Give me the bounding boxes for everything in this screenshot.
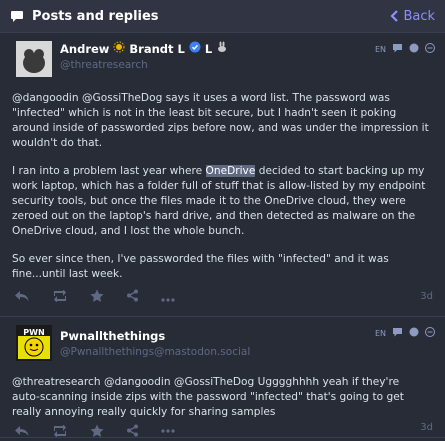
display-name-part: Brandt L (129, 41, 185, 56)
ellipsis-icon (161, 287, 175, 306)
sun-emoji-icon (113, 41, 125, 56)
chat-bubble-icon (10, 9, 24, 23)
share-icon[interactable] (126, 422, 139, 441)
back-button[interactable]: Back (389, 9, 435, 24)
ellipsis-icon[interactable] (161, 422, 175, 441)
display-name[interactable]: Pwnallthethings (60, 329, 250, 343)
favourite-button[interactable] (90, 287, 104, 306)
status-meta: EN (375, 43, 435, 55)
column-title-text: Posts and replies (32, 8, 159, 24)
rabbit-emoji-icon (216, 41, 228, 56)
status-paragraph: So ever since then, I've passworded the … (12, 253, 389, 280)
more-button[interactable] (161, 287, 175, 306)
avatar[interactable] (16, 41, 52, 77)
globe-icon (409, 327, 419, 339)
star-icon[interactable] (90, 422, 104, 441)
reply-thread-icon (392, 43, 403, 55)
more-options-icon[interactable] (425, 43, 435, 55)
status-timestamp[interactable]: 3d (420, 422, 433, 433)
status-post[interactable]: Andrew Brandt L L @threatresearch EN @da… (0, 33, 445, 317)
display-name-part: L (204, 41, 213, 56)
account-handle[interactable]: @Pwnallthethings@mastodon.social (60, 346, 250, 358)
status-paragraph: @dangoodin @GossiTheDog says it uses a w… (12, 92, 429, 149)
status-content: @dangoodin @GossiTheDog says it uses a w… (12, 91, 429, 282)
status-actions: 3d (14, 287, 433, 306)
reply-button[interactable] (14, 287, 30, 306)
globe-icon (409, 43, 419, 55)
star-icon (90, 287, 104, 306)
status-text: I ran into a problem last year where (12, 165, 206, 177)
chevron-left-icon (389, 10, 399, 22)
highlighted-term: OneDrive (205, 165, 256, 177)
language-tag: EN (374, 328, 386, 338)
status-meta: EN (375, 327, 435, 339)
account-handle[interactable]: @threatresearch (60, 59, 228, 71)
share-button[interactable] (126, 287, 139, 306)
status-paragraph: @threatresearch @dangoodin @GossiTheDog … (12, 376, 404, 418)
display-name-part: Andrew (60, 41, 110, 56)
display-name-part: Pwnallthethings (60, 329, 166, 343)
avatar[interactable]: PWN (16, 325, 52, 361)
status-actions-partial: 3d (0, 418, 445, 438)
back-label: Back (403, 8, 435, 24)
column-header: Posts and replies Back (0, 0, 445, 33)
display-name[interactable]: Andrew Brandt L L (60, 41, 228, 56)
more-options-icon[interactable] (425, 327, 435, 339)
status-timestamp[interactable]: 3d (420, 291, 433, 302)
boost-button[interactable] (52, 287, 68, 306)
reply-icon (14, 287, 30, 306)
language-tag: EN (374, 44, 386, 54)
status-paragraph: I ran into a problem last year where One… (12, 164, 429, 239)
avatar-logo-text: PWN (23, 328, 44, 337)
status-content: @threatresearch @dangoodin @GossiTheDog … (12, 375, 429, 420)
share-icon (126, 287, 139, 306)
boost-icon[interactable] (52, 422, 68, 441)
reply-thread-icon (392, 327, 403, 339)
verified-badge-icon (189, 41, 201, 56)
boost-icon (52, 287, 68, 306)
column-title: Posts and replies (10, 9, 159, 24)
reply-icon[interactable] (14, 422, 30, 441)
